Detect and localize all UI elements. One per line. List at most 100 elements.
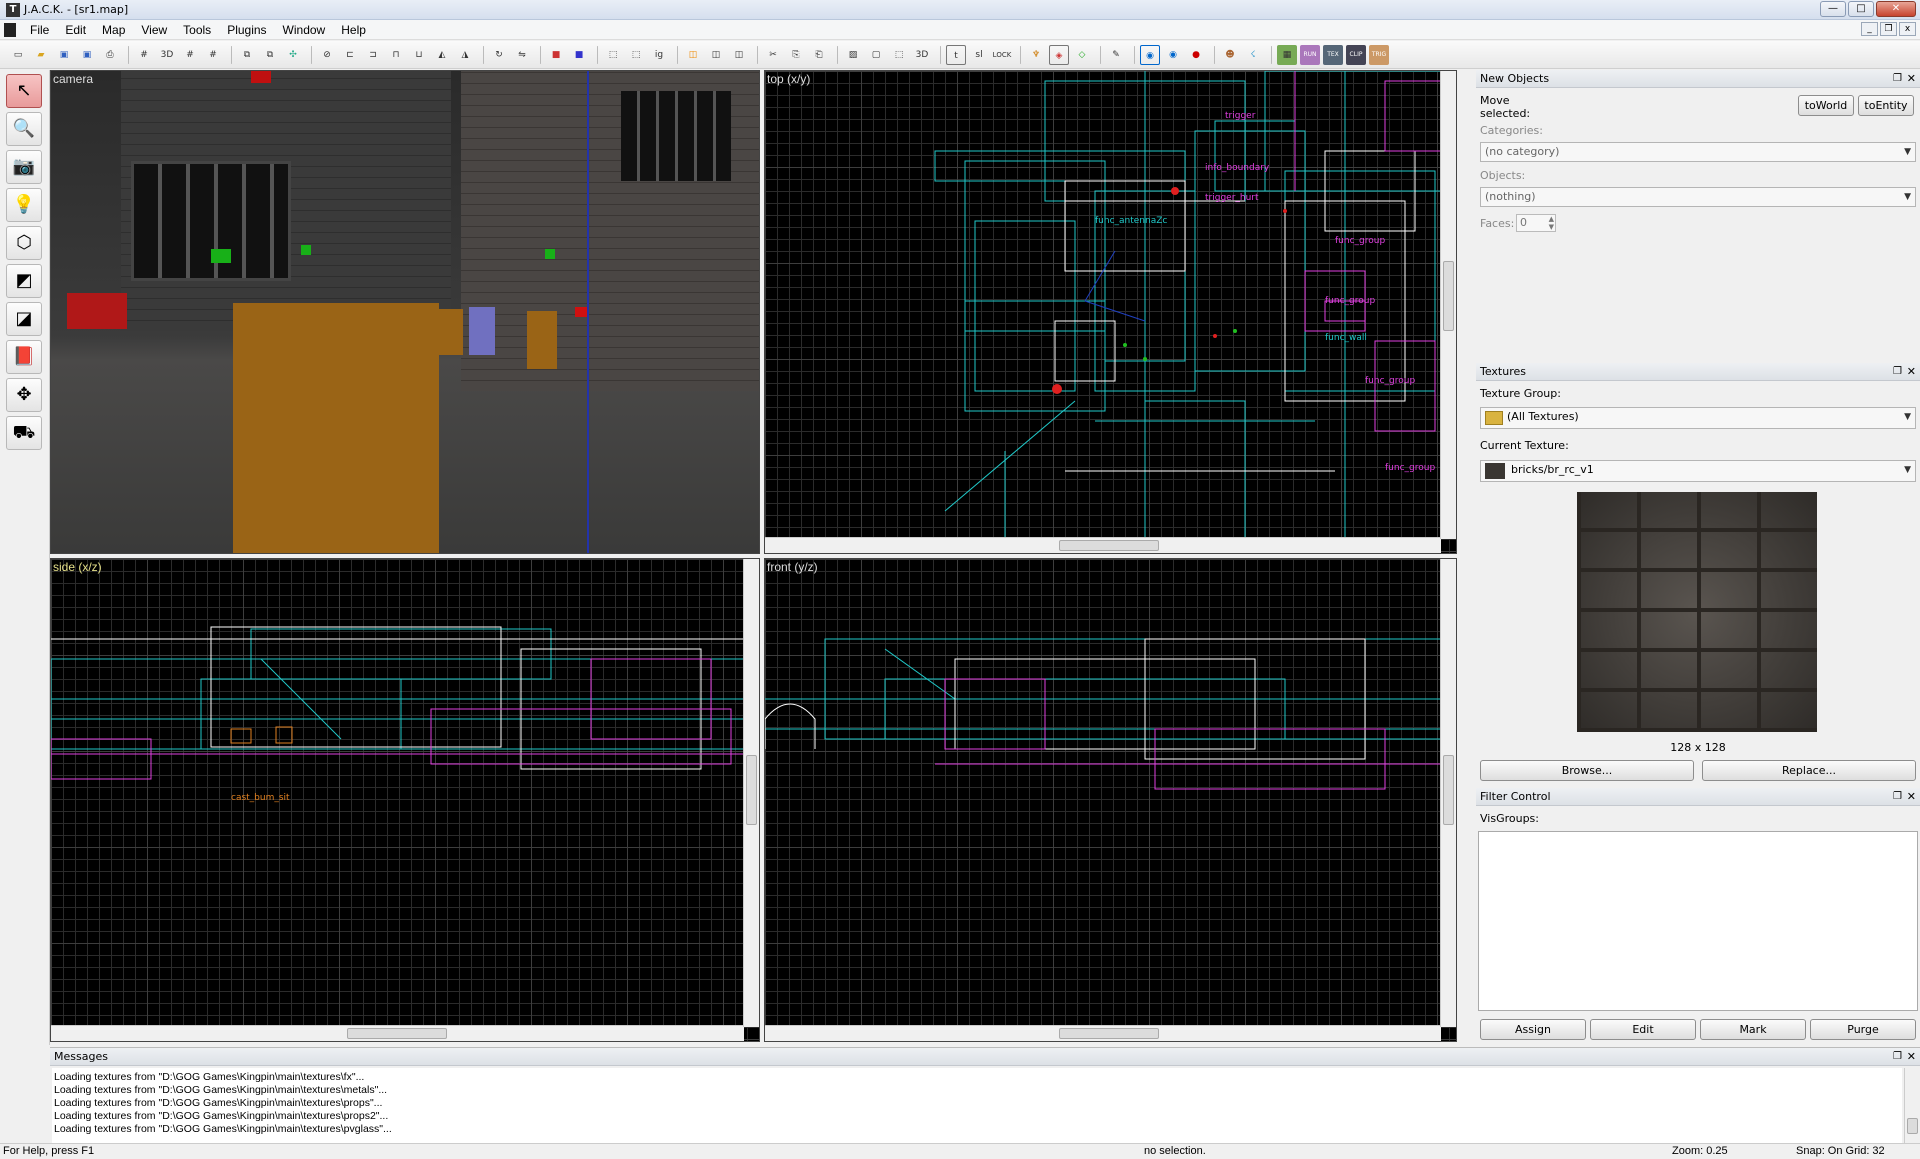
mdi-close-button[interactable]: x — [1899, 22, 1916, 36]
save-as-icon[interactable]: ▣ — [77, 45, 97, 65]
scroll-thumb[interactable] — [347, 1028, 447, 1039]
to-entity-button[interactable]: toEntity — [1858, 95, 1914, 116]
scissors-icon[interactable]: ✂ — [763, 45, 783, 65]
browse-button[interactable]: Browse... — [1480, 760, 1694, 781]
lightning-icon[interactable]: ☇ — [1243, 45, 1263, 65]
carve-icon[interactable]: ⊘ — [317, 45, 337, 65]
vertex-icon[interactable]: ◇ — [1072, 45, 1092, 65]
side-hscrollbar[interactable] — [51, 1025, 744, 1041]
camera-viewport[interactable]: camera — [50, 70, 760, 554]
objects-select[interactable]: (nothing) ▼ — [1480, 187, 1916, 207]
menu-map[interactable]: Map — [94, 23, 133, 37]
messages-vscrollbar[interactable] — [1904, 1068, 1920, 1144]
select-all-icon[interactable]: ⬚ — [603, 45, 623, 65]
menu-file[interactable]: File — [22, 23, 57, 37]
visgroups-list[interactable] — [1478, 831, 1918, 1011]
faces-stepper[interactable]: 0 ▲ ▼ — [1516, 214, 1556, 232]
apply-texture-tool-icon[interactable]: ◪ — [6, 302, 42, 336]
side-viewport[interactable]: cast_bum_sit side (x/z) — [50, 558, 760, 1042]
path-icon[interactable]: ◈ — [1049, 44, 1069, 65]
replace-button[interactable]: Replace... — [1702, 760, 1916, 781]
cube-solid-icon[interactable]: ◫ — [729, 45, 749, 65]
to-world-button[interactable]: toWorld — [1798, 95, 1854, 116]
texture-apply-icon[interactable]: ■ — [569, 45, 589, 65]
close-icon[interactable]: ✕ — [1907, 1048, 1916, 1066]
print-icon[interactable]: ⎙ — [100, 45, 120, 65]
assign-button[interactable]: Assign — [1480, 1019, 1586, 1040]
align-right-icon[interactable]: ⊐ — [363, 45, 383, 65]
front-vscrollbar[interactable] — [1440, 559, 1456, 1027]
mirror-icon[interactable]: ⇋ — [512, 45, 532, 65]
texture-lock-icon[interactable]: ■ — [546, 45, 566, 65]
rotate-icon[interactable]: ↻ — [489, 45, 509, 65]
messages-log[interactable]: Loading textures from "D:\GOG Games\King… — [52, 1068, 1902, 1145]
toolbar-texture-icon[interactable]: TEX — [1323, 44, 1343, 65]
align-bottom-icon[interactable]: ⊔ — [409, 45, 429, 65]
grid-3d-icon[interactable]: 3D — [157, 45, 177, 65]
view-3d-icon[interactable]: 3D — [912, 45, 932, 65]
texture-view-icon[interactable]: ◉ — [1163, 45, 1183, 65]
close-button[interactable]: ✕ — [1876, 1, 1916, 17]
pin-icon[interactable]: ❐ — [1893, 788, 1902, 806]
purge-button[interactable]: Purge — [1810, 1019, 1916, 1040]
front-viewport[interactable]: front (y/z) — [764, 558, 1457, 1042]
person-icon[interactable]: ☻ — [1220, 45, 1240, 65]
copy-icon[interactable]: ⎘ — [786, 45, 806, 65]
cube-outline-icon[interactable]: ◫ — [706, 45, 726, 65]
point-icon[interactable]: ● — [1186, 45, 1206, 65]
select-none-icon[interactable]: ⬚ — [626, 45, 646, 65]
close-icon[interactable]: ✕ — [1907, 363, 1916, 381]
paste-icon[interactable]: ⎗ — [809, 45, 829, 65]
group-icon[interactable]: ⧉ — [237, 45, 257, 65]
minimize-button[interactable]: — — [1820, 1, 1846, 17]
new-file-icon[interactable]: ▭ — [8, 45, 28, 65]
stepper-arrows-icon[interactable]: ▲ ▼ — [1549, 215, 1554, 231]
grid-toggle-icon[interactable]: # — [134, 45, 154, 65]
selection-tool-icon[interactable]: ↖ — [6, 74, 42, 108]
scroll-thumb[interactable] — [746, 755, 757, 825]
top-hscrollbar[interactable] — [765, 537, 1441, 553]
mark-button[interactable]: Mark — [1700, 1019, 1806, 1040]
categories-select[interactable]: (no category) ▼ — [1480, 142, 1916, 162]
mdi-minimize-button[interactable]: _ — [1861, 22, 1878, 36]
pin-icon[interactable]: ❐ — [1893, 363, 1902, 381]
texture-tool-icon[interactable]: t — [946, 44, 966, 65]
sl-tool-icon[interactable]: sl — [969, 45, 989, 65]
magnify-tool-icon[interactable]: 🔍 — [6, 112, 42, 146]
align-top-icon[interactable]: ⊓ — [386, 45, 406, 65]
cube-icon[interactable]: ◫ — [683, 45, 703, 65]
pin-icon[interactable]: ❐ — [1893, 1048, 1902, 1066]
lock-icon[interactable]: LOCK — [992, 45, 1012, 65]
hide-icon[interactable]: ✣ — [283, 45, 303, 65]
entity-icon[interactable]: ♆ — [1026, 45, 1046, 65]
mdi-restore-button[interactable]: ❐ — [1880, 22, 1897, 36]
menu-plugins[interactable]: Plugins — [219, 23, 274, 37]
camera-view-icon[interactable]: ◉ — [1140, 44, 1160, 65]
scroll-thumb[interactable] — [1059, 1028, 1159, 1039]
entity-report-icon[interactable]: ▦ — [1277, 44, 1297, 65]
block-tool-icon[interactable]: ⬡ — [6, 226, 42, 260]
select-box-icon[interactable]: ▢ — [866, 45, 886, 65]
edit-button[interactable]: Edit — [1590, 1019, 1696, 1040]
clipping-tool-icon[interactable]: ✥ — [6, 378, 42, 412]
decal-tool-icon[interactable]: 📕 — [6, 340, 42, 374]
vertex-tool-icon[interactable]: ⛟ — [6, 416, 42, 450]
top-vscrollbar[interactable] — [1440, 71, 1456, 539]
grid-larger-icon[interactable]: # — [203, 45, 223, 65]
close-icon[interactable]: ✕ — [1907, 70, 1916, 88]
zoom-box-icon[interactable]: ⬚ — [889, 45, 909, 65]
texture-group-select[interactable]: (All Textures) ▼ — [1480, 407, 1916, 429]
grid-smaller-icon[interactable]: # — [180, 45, 200, 65]
ignore-groups-icon[interactable]: ig — [649, 45, 669, 65]
menu-tools[interactable]: Tools — [175, 23, 219, 37]
save-icon[interactable]: ▣ — [54, 45, 74, 65]
side-vscrollbar[interactable] — [743, 559, 759, 1027]
document-icon[interactable] — [4, 22, 16, 37]
current-texture-select[interactable]: bricks/br_rc_v1 ▼ — [1480, 460, 1916, 482]
scroll-thumb[interactable] — [1443, 261, 1454, 331]
trigger-icon[interactable]: TRIG — [1369, 44, 1389, 65]
ungroup-icon[interactable]: ⧉ — [260, 45, 280, 65]
decal-icon[interactable]: ✎ — [1106, 45, 1126, 65]
front-hscrollbar[interactable] — [765, 1025, 1441, 1041]
hatch-icon[interactable]: ▨ — [843, 45, 863, 65]
